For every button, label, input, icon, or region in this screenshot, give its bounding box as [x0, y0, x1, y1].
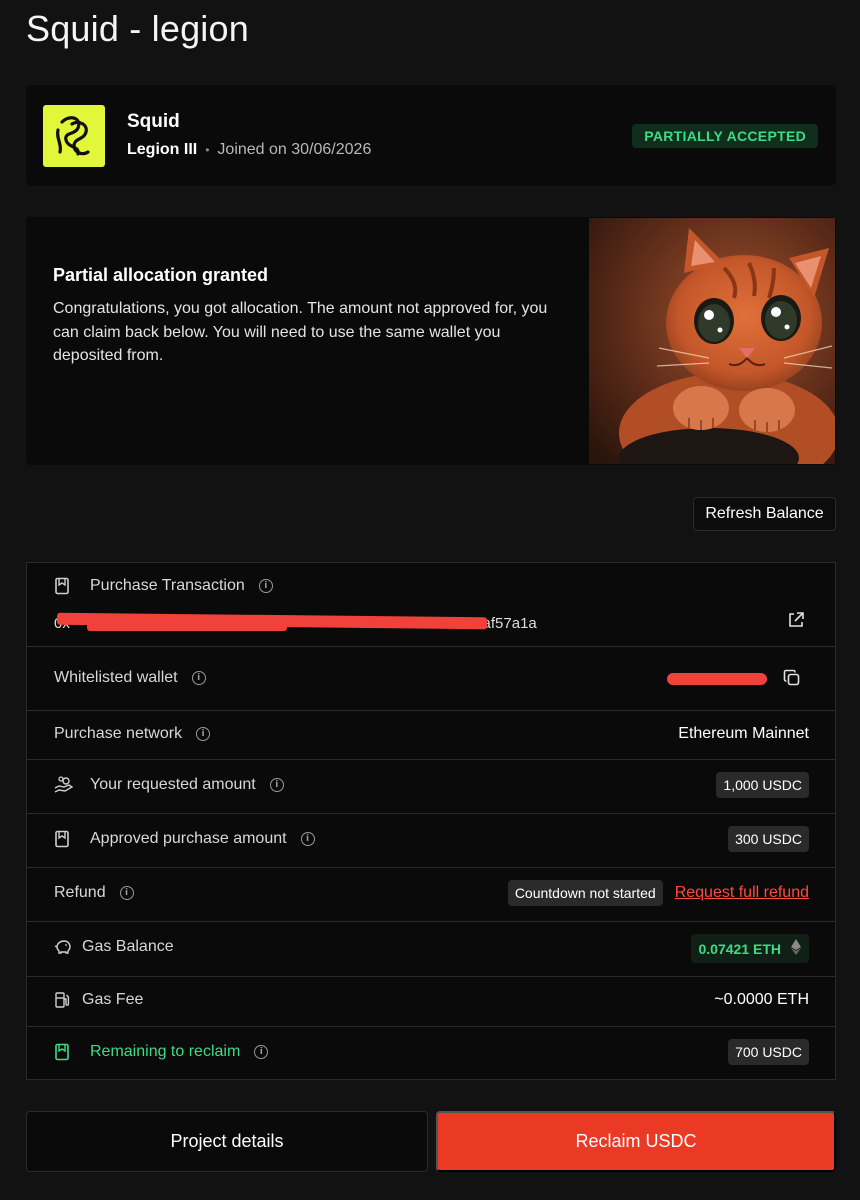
approved-amount-label: Approved purchase amount [90, 830, 287, 847]
info-icon[interactable]: i [196, 727, 211, 741]
copy-icon[interactable] [783, 669, 801, 692]
purchase-details-table: Purchase Transaction i 0x 41088b5e6d4704… [26, 562, 836, 1080]
project-details-button[interactable]: Project details [26, 1111, 428, 1172]
whitelisted-wallet-label: Whitelisted wallet [54, 669, 178, 686]
row-whitelisted-wallet: Whitelisted wallet i [27, 647, 835, 711]
sad-cat-image [589, 218, 835, 464]
separator-dot: • [205, 143, 210, 157]
row-approved-amount: Approved purchase amount i 300 USDC [27, 814, 835, 868]
row-requested-amount: Your requested amount i 1,000 USDC [27, 760, 835, 814]
gas-balance-pill: 0.07421 ETH [690, 934, 809, 963]
wallet-redaction-mark [667, 673, 767, 685]
row-gas-balance: Gas Balance 0.07421 ETH [27, 922, 835, 977]
redaction-mark [87, 623, 287, 631]
purchase-network-value: Ethereum Mainnet [678, 725, 809, 742]
row-purchase-network: Purchase network i Ethereum Mainnet [27, 711, 835, 760]
page-title: Squid - legion [26, 8, 249, 49]
info-icon[interactable]: i [191, 671, 206, 685]
refund-label: Refund [54, 884, 106, 901]
gas-fee-label: Gas Fee [82, 991, 144, 1008]
info-icon[interactable]: i [119, 886, 134, 900]
external-link-icon[interactable] [787, 611, 805, 634]
approved-amount-value: 300 USDC [728, 826, 809, 852]
info-icon[interactable]: i [258, 579, 273, 593]
hand-coins-icon [54, 776, 76, 794]
info-icon[interactable]: i [300, 832, 315, 846]
remaining-label: Remaining to reclaim [90, 1043, 241, 1060]
reclaim-usdc-button[interactable]: Reclaim USDC [436, 1111, 836, 1172]
notice-body: Congratulations, you got allocation. The… [53, 300, 548, 364]
requested-amount-value: 1,000 USDC [716, 772, 809, 798]
refund-countdown-status: Countdown not started [507, 880, 663, 906]
joined-date: Joined on 30/06/2026 [217, 141, 372, 158]
purchase-transaction-label: Purchase Transaction [90, 577, 245, 594]
purchase-network-label: Purchase network [54, 725, 183, 742]
gas-fee-value: ~0.0000 ETH [714, 991, 809, 1008]
fuel-pump-icon [54, 991, 72, 1009]
tier-label: Legion III [127, 141, 198, 158]
row-gas-fee: Gas Fee ~0.0000 ETH [27, 977, 835, 1027]
receipt-icon [54, 577, 76, 595]
remaining-value: 700 USDC [728, 1039, 809, 1065]
info-icon[interactable]: i [269, 778, 284, 792]
allocation-notice-card: Partial allocation granted Congratulatio… [26, 217, 836, 465]
gas-balance-label: Gas Balance [82, 938, 174, 955]
row-remaining-to-reclaim: Remaining to reclaim i 700 USDC [27, 1027, 835, 1080]
project-meta: Legion III • Joined on 30/06/2026 [127, 141, 371, 159]
info-icon[interactable]: i [254, 1045, 269, 1059]
receipt-icon [54, 830, 76, 848]
request-full-refund-link[interactable]: Request full refund [675, 884, 809, 902]
project-name: Squid [127, 111, 180, 132]
ethereum-icon [791, 939, 801, 958]
receipt-icon [54, 1043, 76, 1061]
row-refund: Refund i Countdown not started Request f… [27, 868, 835, 922]
squid-logo-icon [43, 105, 105, 167]
gas-balance-value: 0.07421 ETH [698, 940, 782, 957]
status-badge: PARTIALLY ACCEPTED [632, 124, 818, 148]
piggy-bank-icon [54, 939, 72, 955]
row-purchase-transaction: Purchase Transaction i 0x 41088b5e6d4704… [27, 563, 835, 647]
notice-title: Partial allocation granted [53, 265, 269, 285]
refresh-balance-button[interactable]: Refresh Balance [693, 497, 836, 531]
requested-amount-label: Your requested amount [90, 776, 256, 793]
project-header-card: Squid Legion III • Joined on 30/06/2026 … [26, 85, 836, 186]
